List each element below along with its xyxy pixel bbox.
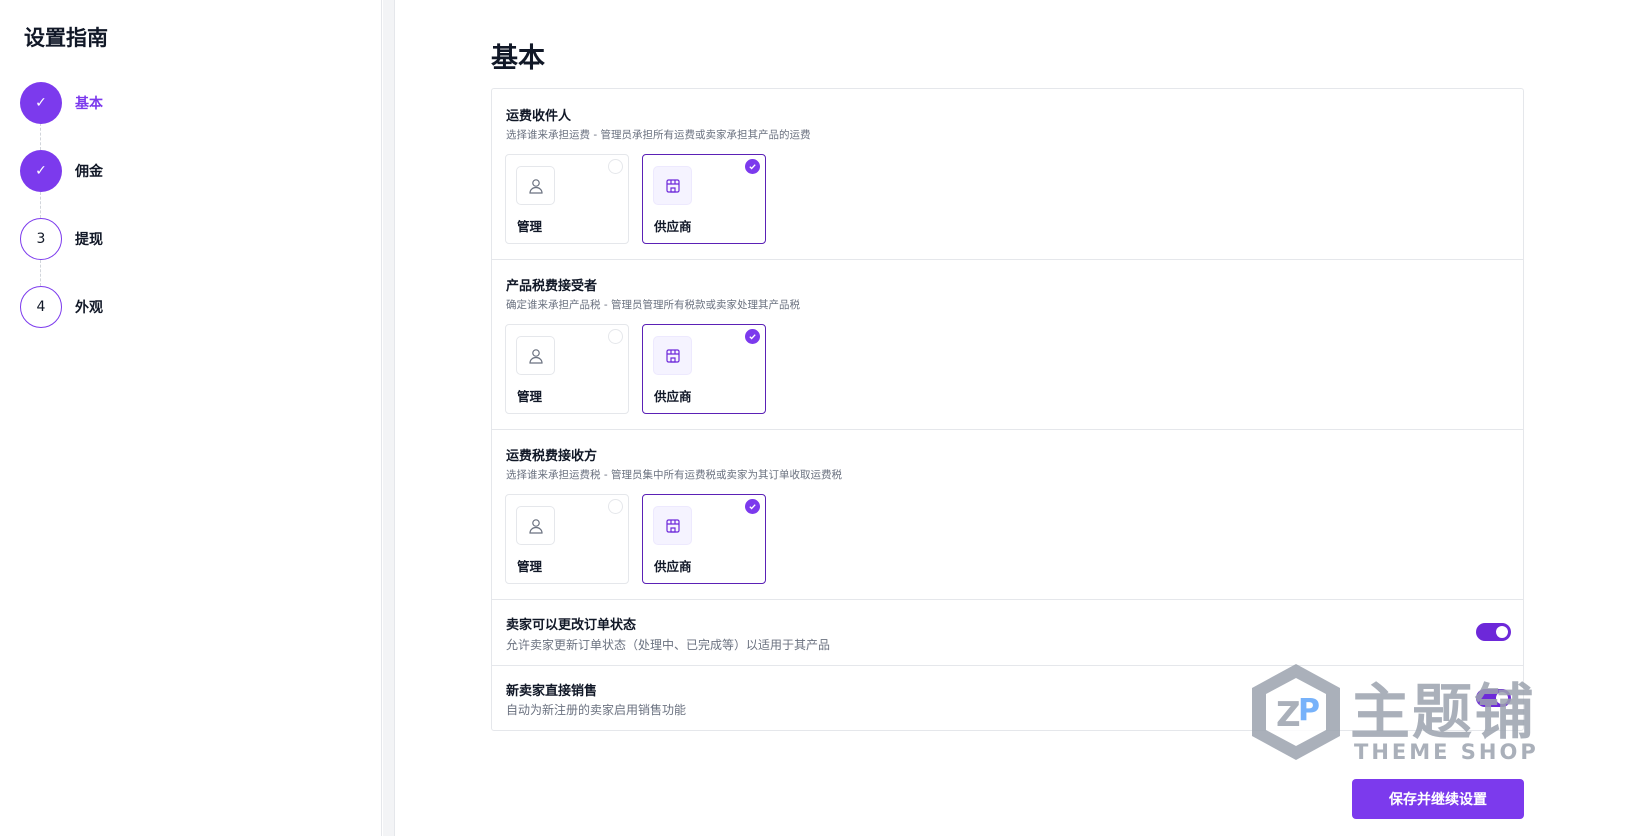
store-icon: [653, 506, 692, 545]
svg-text:P: P: [1298, 693, 1320, 728]
radio-indicator: [608, 499, 623, 514]
option-label: 供应商: [654, 219, 692, 234]
step-number: 4: [20, 286, 62, 328]
step-connector: [40, 192, 41, 218]
step-label: 基本: [75, 96, 103, 112]
step-basic[interactable]: ✓ 基本: [20, 82, 103, 124]
option-label: 管理: [517, 559, 543, 574]
page-title: 基本: [491, 43, 545, 74]
section-product-tax: 产品税费接受者 确定谁来承担产品税 - 管理员管理所有税款或卖家处理其产品税 管…: [492, 260, 1523, 430]
section-shipping-tax: 运费税费接收方 选择谁来承担运费税 - 管理员集中所有运费税或卖家为其订单收取运…: [492, 430, 1523, 600]
radio-indicator: [608, 159, 623, 174]
option-admin[interactable]: 管理: [505, 154, 629, 244]
option-vendor[interactable]: 供应商: [642, 154, 766, 244]
check-icon: [745, 329, 760, 344]
watermark-logo-icon: Z P: [1252, 664, 1340, 760]
watermark-subtext: THEME SHOP: [1354, 740, 1539, 764]
radio-indicator: [608, 329, 623, 344]
section-description: 确定谁来承担产品税 - 管理员管理所有税款或卖家处理其产品税: [506, 299, 800, 311]
watermark: Z P 主题铺 THEME SHOP: [1246, 660, 1546, 770]
section-title: 运费税费接收方: [506, 449, 598, 464]
step-number: 3: [20, 218, 62, 260]
section-description: 选择谁来承担运费 - 管理员承担所有运费或卖家承担其产品的运费: [506, 129, 811, 141]
step-connector: [40, 123, 41, 150]
setting-title: 新卖家直接销售: [506, 684, 598, 699]
step-label: 佣金: [75, 164, 103, 180]
step-commission[interactable]: ✓ 佣金: [20, 150, 103, 192]
option-label: 供应商: [654, 389, 692, 404]
check-icon: [745, 499, 760, 514]
step-check-icon: ✓: [20, 150, 62, 192]
check-icon: [745, 159, 760, 174]
watermark-text: 主题铺: [1350, 678, 1536, 748]
svg-text:Z: Z: [1276, 695, 1301, 735]
option-admin[interactable]: 管理: [505, 324, 629, 414]
store-icon: [653, 166, 692, 205]
option-admin[interactable]: 管理: [505, 494, 629, 584]
section-description: 选择谁来承担运费税 - 管理员集中所有运费税或卖家为其订单收取运费税: [506, 469, 842, 481]
option-vendor[interactable]: 供应商: [642, 494, 766, 584]
option-label: 管理: [517, 389, 543, 404]
user-icon: [516, 336, 555, 375]
step-check-icon: ✓: [20, 82, 62, 124]
divider: [383, 0, 395, 836]
toggle-knob: [1496, 626, 1508, 638]
settings-panel: 运费收件人 选择谁来承担运费 - 管理员承担所有运费或卖家承担其产品的运费 管理…: [491, 88, 1524, 731]
step-appearance[interactable]: 4 外观: [20, 286, 103, 328]
store-icon: [653, 336, 692, 375]
step-label: 提现: [75, 232, 103, 248]
user-icon: [516, 506, 555, 545]
setting-title: 卖家可以更改订单状态: [506, 618, 637, 633]
option-label: 供应商: [654, 559, 692, 574]
section-title: 运费收件人: [506, 109, 572, 124]
section-title: 产品税费接受者: [506, 279, 598, 294]
step-withdraw[interactable]: 3 提现: [20, 218, 103, 260]
step-label: 外观: [75, 300, 103, 316]
setting-order-status: 卖家可以更改订单状态 允许卖家更新订单状态（处理中、已完成等）以适用于其产品: [492, 600, 1523, 666]
user-icon: [516, 166, 555, 205]
section-shipping-recipient: 运费收件人 选择谁来承担运费 - 管理员承担所有运费或卖家承担其产品的运费 管理…: [492, 89, 1523, 260]
setup-sidebar: 设置指南 ✓ 基本 ✓ 佣金 3 提现 4 外观: [0, 0, 382, 836]
option-label: 管理: [517, 219, 543, 234]
step-connector: [40, 260, 41, 286]
setting-description: 自动为新注册的卖家启用销售功能: [506, 703, 687, 717]
order-status-toggle[interactable]: [1476, 623, 1511, 641]
save-continue-button[interactable]: 保存并继续设置: [1352, 779, 1524, 819]
setting-description: 允许卖家更新订单状态（处理中、已完成等）以适用于其产品: [506, 638, 831, 652]
option-vendor[interactable]: 供应商: [642, 324, 766, 414]
sidebar-title: 设置指南: [24, 26, 108, 50]
